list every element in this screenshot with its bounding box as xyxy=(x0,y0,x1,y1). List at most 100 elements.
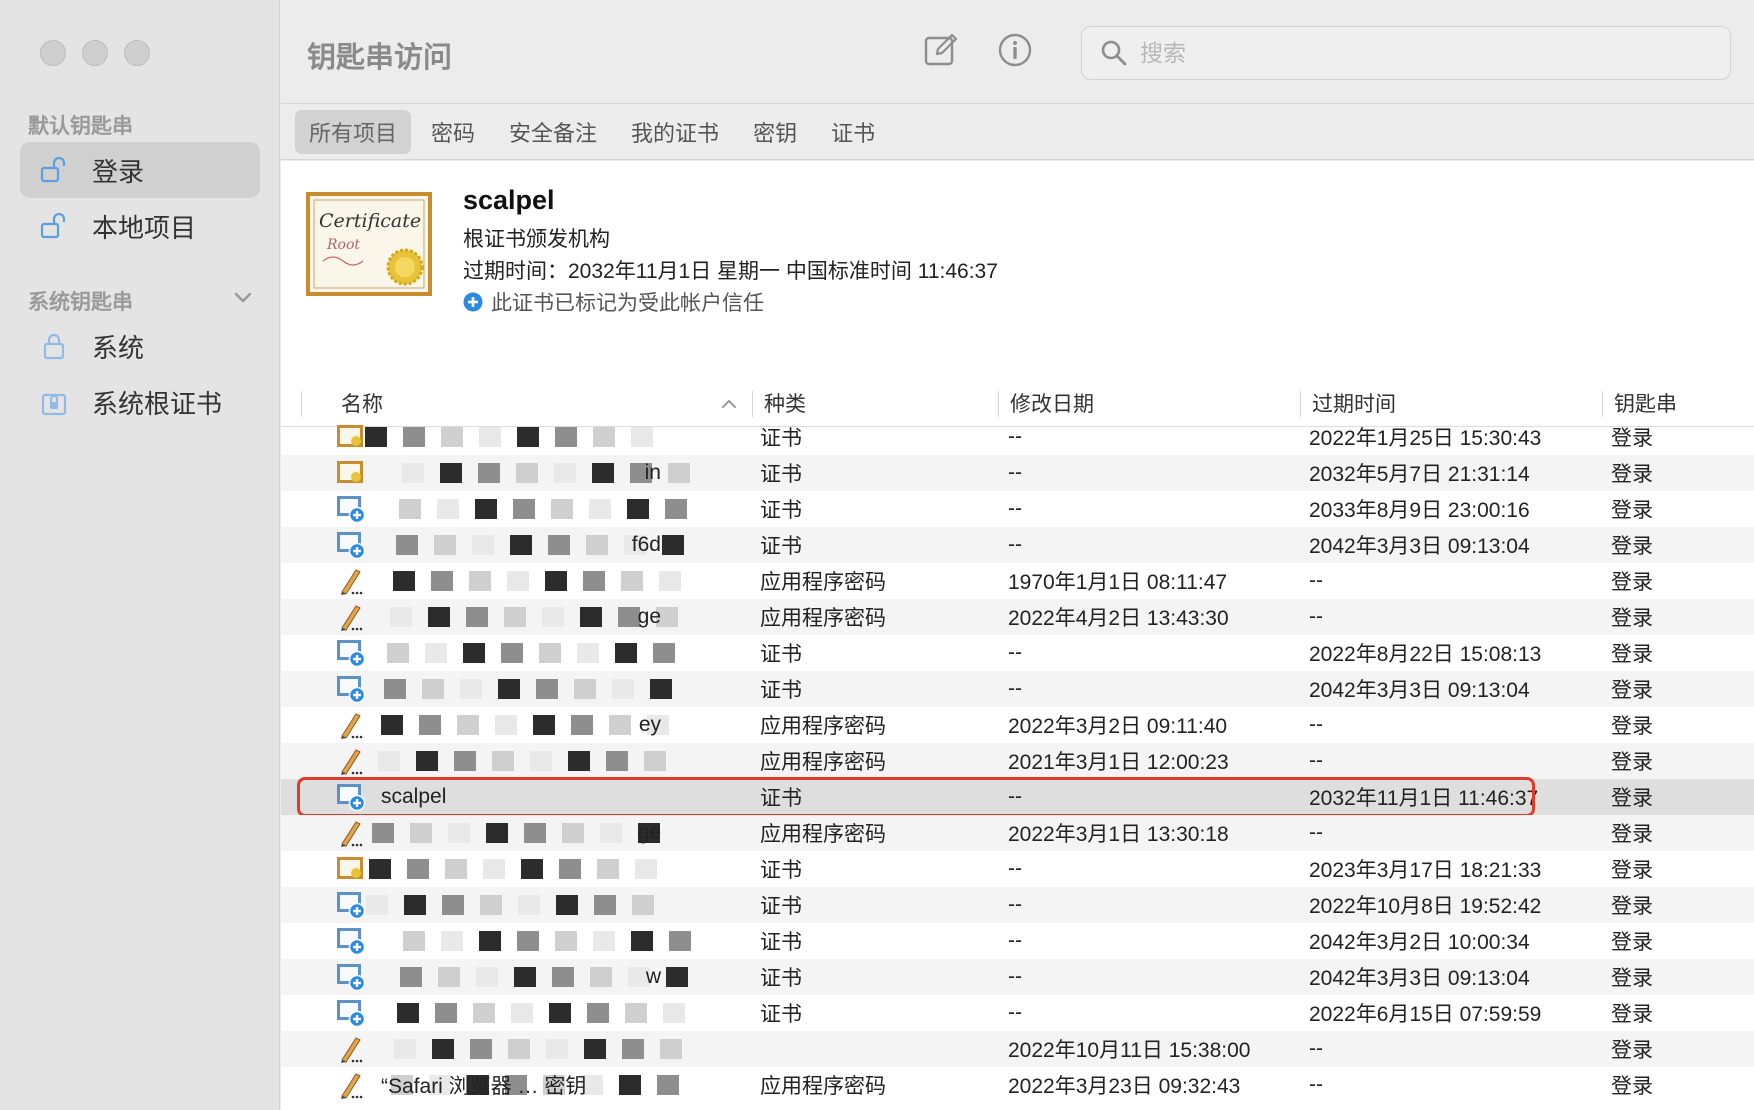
tab-keys[interactable]: 密钥 xyxy=(739,110,811,154)
cell-name: w xyxy=(645,965,661,988)
cell-expires: 2042年3月2日 10:00:34 xyxy=(1309,931,1530,954)
tab-all-items[interactable]: 所有项目 xyxy=(295,109,412,154)
table-row[interactable]: ge 应用程序密码 2022年3月1日 13:30:18 -- 登录 xyxy=(281,815,1754,851)
cell-keychain: 登录 xyxy=(1611,931,1653,954)
trust-plus-icon xyxy=(463,292,483,312)
cell-modified: 2022年3月23日 09:32:43 xyxy=(1008,1075,1241,1098)
cell-keychain: 登录 xyxy=(1611,715,1653,738)
tab-secure-notes[interactable]: 安全备注 xyxy=(495,110,611,154)
table-row[interactable]: 证书 -- 2042年3月2日 10:00:34 登录 xyxy=(281,923,1754,959)
detail-title: scalpel xyxy=(463,185,555,215)
tab-my-certificates[interactable]: 我的证书 xyxy=(617,110,733,154)
cell-kind: 证书 xyxy=(760,967,802,990)
table-row[interactable]: 应用程序密码 1970年1月1日 08:11:47 -- 登录 xyxy=(281,563,1754,599)
cell-kind: 证书 xyxy=(760,643,802,666)
cell-kind: 证书 xyxy=(760,679,802,702)
cell-keychain: 登录 xyxy=(1611,643,1653,666)
cell-keychain: 登录 xyxy=(1611,1075,1653,1098)
sidebar-item-login[interactable]: 登录 xyxy=(20,142,260,198)
compose-icon[interactable] xyxy=(923,32,959,68)
cell-modified: -- xyxy=(1008,425,1022,448)
cell-keychain: 登录 xyxy=(1611,679,1653,702)
cell-modified: -- xyxy=(1008,785,1022,808)
cell-name: ge xyxy=(637,605,661,628)
cell-name xyxy=(381,887,711,923)
cell-kind: 证书 xyxy=(760,499,802,522)
sidebar-item-local-items[interactable]: 本地项目 xyxy=(20,198,260,254)
column-label: 修改日期 xyxy=(1010,393,1094,416)
info-icon[interactable] xyxy=(997,32,1033,68)
tab-passwords[interactable]: 密码 xyxy=(417,110,489,154)
pencil-icon xyxy=(335,563,367,599)
cert-plus-icon xyxy=(335,923,367,959)
table-row[interactable]: ge 应用程序密码 2022年4月2日 13:43:30 -- 登录 xyxy=(281,599,1754,635)
table-row[interactable]: in 证书 -- 2032年5月7日 21:31:14 登录 xyxy=(281,455,1754,491)
cell-name: ge xyxy=(637,821,661,844)
cell-name xyxy=(381,671,711,707)
cell-expires: 2022年1月25日 15:30:43 xyxy=(1309,427,1542,450)
cert-icon xyxy=(335,455,367,491)
chevron-down-icon[interactable] xyxy=(232,286,254,308)
table-row[interactable]: 证书 -- 2023年3月17日 18:21:33 登录 xyxy=(281,851,1754,887)
table-row[interactable]: “Safari 浏览器 … 密钥 应用程序密码 2022年3月23日 09:32:4… xyxy=(281,1067,1754,1103)
cell-name: in xyxy=(644,461,661,484)
cell-name xyxy=(381,563,711,599)
table-row[interactable]: scalpel 证书 -- 2032年11月1日 11:46:37 登录 xyxy=(281,777,1754,817)
cell-modified: 2022年3月2日 09:11:40 xyxy=(1008,715,1228,738)
table-row[interactable]: 应用程序密码 2021年3月1日 12:00:23 -- 登录 xyxy=(281,743,1754,779)
cell-kind: 应用程序密码 xyxy=(760,607,886,630)
search-input[interactable] xyxy=(1140,39,1700,67)
table-row[interactable]: f6d 证书 -- 2042年3月3日 09:13:04 登录 xyxy=(281,527,1754,563)
cell-keychain: 登录 xyxy=(1611,499,1653,522)
table-row[interactable]: ey 应用程序密码 2022年3月2日 09:11:40 -- 登录 xyxy=(281,707,1754,743)
table-row[interactable]: 证书 -- 2033年8月9日 23:00:16 登录 xyxy=(281,491,1754,527)
table-row[interactable]: w 证书 -- 2042年3月3日 09:13:04 登录 xyxy=(281,959,1754,995)
column-label: 种类 xyxy=(764,393,806,416)
cell-keychain: 登录 xyxy=(1611,1039,1653,1062)
table-row[interactable]: 2022年10月11日 15:38:00 -- 登录 xyxy=(281,1031,1754,1067)
table-row[interactable]: 证书 -- 2022年1月25日 15:30:43 登录 xyxy=(281,419,1754,455)
sidebar-item-label: 登录 xyxy=(92,156,145,187)
cell-kind: 证书 xyxy=(760,535,802,558)
cell-kind: 证书 xyxy=(760,859,802,882)
sidebar-item-system-roots[interactable]: 系统根证书 xyxy=(20,374,260,430)
detail-subtitle: 根证书颁发机构 xyxy=(463,228,610,251)
sidebar-item-label: 系统根证书 xyxy=(92,388,223,419)
cell-modified: 2021年3月1日 12:00:23 xyxy=(1008,751,1229,774)
cell-keychain: 登录 xyxy=(1611,535,1653,558)
cell-modified: -- xyxy=(1008,497,1022,520)
cell-kind: 证书 xyxy=(760,463,802,486)
cell-kind: 应用程序密码 xyxy=(760,715,886,738)
table-row[interactable]: 证书 -- 2022年8月22日 15:08:13 登录 xyxy=(281,635,1754,671)
search-field[interactable] xyxy=(1081,26,1731,80)
zoom-window-button[interactable] xyxy=(124,40,150,66)
cell-name xyxy=(381,743,711,779)
close-window-button[interactable] xyxy=(40,40,66,66)
table-row[interactable]: 证书 -- 2042年3月3日 09:13:04 登录 xyxy=(281,671,1754,707)
trust-label: 此证书已标记为受此帐户信任 xyxy=(491,292,764,315)
cell-modified: -- xyxy=(1008,1001,1022,1024)
minimize-window-button[interactable] xyxy=(82,40,108,66)
table-row[interactable]: 证书 -- 2022年10月8日 19:52:42 登录 xyxy=(281,887,1754,923)
cell-name xyxy=(381,995,711,1031)
sidebar-item-label: 系统 xyxy=(92,332,145,363)
detail-trust-status: 此证书已标记为受此帐户信任 xyxy=(463,287,764,317)
cell-expires: 2022年10月8日 19:52:42 xyxy=(1309,895,1542,918)
cell-kind: 证书 xyxy=(760,427,802,450)
cell-modified: 2022年3月1日 13:30:18 xyxy=(1008,823,1229,846)
cert-plus-icon xyxy=(335,995,367,1031)
table-row[interactable]: 证书 -- 2022年6月15日 07:59:59 登录 xyxy=(281,995,1754,1031)
cell-keychain: 登录 xyxy=(1611,967,1653,990)
sidebar-item-system[interactable]: 系统 xyxy=(20,318,260,374)
pencil-icon xyxy=(335,815,367,851)
cell-name xyxy=(381,923,711,959)
cell-name: scalpel xyxy=(381,785,447,808)
cell-modified: 2022年4月2日 13:43:30 xyxy=(1008,607,1229,630)
cell-expires: 2022年8月22日 15:08:13 xyxy=(1309,643,1542,666)
cell-keychain: 登录 xyxy=(1611,787,1653,810)
cert-plus-icon xyxy=(335,887,367,923)
cell-expires: 2032年11月1日 11:46:37 xyxy=(1309,787,1539,810)
cert-icon xyxy=(335,419,367,455)
cell-expires: -- xyxy=(1309,821,1323,844)
tab-certificates[interactable]: 证书 xyxy=(817,110,889,154)
